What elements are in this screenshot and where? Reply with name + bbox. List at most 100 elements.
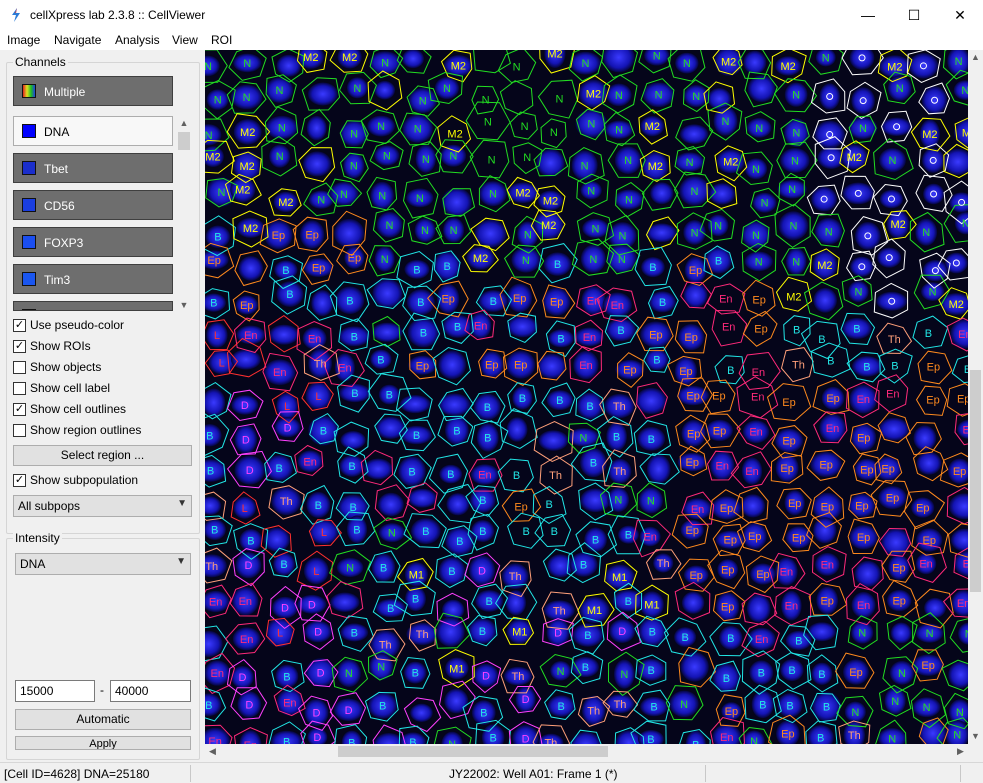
cell-type-label: Ep — [723, 535, 736, 547]
cell-type-label: N — [618, 231, 626, 243]
scroll-down-icon[interactable]: ▼ — [968, 729, 983, 744]
close-button[interactable]: ✕ — [937, 0, 983, 30]
scroll-up-icon[interactable]: ▲ — [177, 116, 191, 130]
channel-next-button[interactable] — [13, 301, 173, 311]
cell-type-label: N — [955, 56, 963, 68]
cell-type-label: B — [408, 466, 415, 478]
nucleus — [340, 431, 366, 450]
cell-type-label: B — [891, 360, 898, 372]
cell-type-label: Ep — [485, 360, 498, 372]
cell-type-label: B — [480, 708, 487, 720]
image-viewer[interactable]: N N M2 M2 N M2 N M2 N N N M2 M2 N M2 N N N N N N N N N M2 N N N N N N N… — [205, 50, 968, 744]
cell-type-label: B — [214, 232, 221, 244]
checkbox-icon[interactable]: ✓ — [13, 403, 26, 416]
nucleus — [307, 82, 338, 106]
cell-type-label: Ep — [926, 395, 939, 407]
checkbox-icon[interactable] — [13, 361, 26, 374]
viewer-vertical-scrollbar[interactable]: ▲ ▼ — [968, 50, 983, 744]
cell-type-label: D — [482, 671, 490, 683]
select-region-button[interactable]: Select region ... — [13, 445, 192, 466]
channel-cd56-button[interactable]: CD56 — [13, 190, 173, 220]
cell-type-label: B — [625, 530, 632, 542]
cell-type-label: B — [490, 732, 497, 744]
cell-type-label: Th — [792, 359, 805, 371]
menu-analysis[interactable]: Analysis — [115, 33, 160, 47]
cell-type-label: Ep — [855, 501, 868, 513]
cell-image-canvas[interactable]: N N M2 M2 N M2 N M2 N N N M2 M2 N M2 N N N N N N N N N M2 N N N N N N N… — [205, 50, 968, 744]
channel-scrollbar[interactable]: ▲ ▼ — [177, 116, 191, 312]
cell-type-label: B — [758, 668, 765, 680]
cell-type-label: Ep — [922, 535, 935, 547]
minimize-button[interactable]: — — [845, 0, 891, 30]
channel-dna-button[interactable]: DNA — [13, 116, 173, 146]
cell-type-label: N — [692, 91, 700, 103]
cell-type-label: B — [584, 630, 591, 642]
cell-type-label: M1 — [409, 569, 424, 581]
cell-type-label: En — [579, 360, 592, 372]
cell-type-label: N — [889, 155, 897, 167]
cell-type-label: N — [655, 90, 663, 102]
intensity-channel-select[interactable]: DNA ▼ — [15, 553, 191, 575]
cell-type-label: N — [788, 184, 796, 196]
menu-roi[interactable]: ROI — [211, 33, 232, 47]
scroll-right-icon[interactable]: ▶ — [953, 744, 968, 759]
vertical-scroll-thumb[interactable] — [970, 370, 981, 592]
maximize-button[interactable]: ☐ — [891, 0, 937, 30]
scroll-left-icon[interactable]: ◀ — [205, 744, 220, 759]
cell-type-label: Th — [509, 571, 522, 583]
scroll-down-icon[interactable]: ▼ — [177, 298, 191, 312]
channel-scroll-thumb[interactable] — [178, 132, 190, 150]
cell-type-label: Th — [613, 401, 626, 413]
nucleus — [851, 87, 875, 115]
range-dash: - — [100, 683, 104, 697]
cell-type-label: En — [745, 466, 758, 478]
cell-type-label: B — [351, 331, 358, 343]
cell-type-label: N — [521, 121, 529, 133]
cell-type-label: Th — [848, 730, 861, 742]
cell-type-label: B — [448, 566, 455, 578]
cell-type-label: L — [321, 527, 327, 539]
cell-type-label: B — [417, 297, 424, 309]
cell-type-label: N — [217, 187, 225, 199]
intensity-max-input[interactable]: 40000 — [110, 680, 191, 702]
cell-type-label: B — [348, 461, 355, 473]
cell-type-label: N — [243, 92, 251, 104]
nucleus — [916, 451, 942, 475]
cell-type-label: B — [647, 665, 654, 677]
cell-type-label: M2 — [543, 195, 558, 207]
cell-type-label: B — [793, 324, 800, 336]
viewer-horizontal-scrollbar[interactable]: ◀ ▶ — [205, 744, 968, 759]
nucleus — [854, 560, 882, 588]
channel-tim3-button[interactable]: Tim3 — [13, 264, 173, 294]
cell-type-label: Ep — [857, 432, 870, 444]
cell-type-label: B — [353, 524, 360, 536]
scroll-up-icon[interactable]: ▲ — [968, 50, 983, 65]
cell-type-label: N — [620, 669, 628, 681]
automatic-button[interactable]: Automatic — [15, 709, 191, 730]
apply-button[interactable]: Apply — [15, 736, 191, 750]
cell-type-label: Ep — [819, 459, 832, 471]
checkbox-icon[interactable]: ✓ — [13, 319, 26, 332]
cell-type-label: En — [283, 697, 296, 709]
nucleus — [330, 592, 360, 612]
cell-type-label: N — [419, 95, 427, 107]
cell-type-label: Ep — [240, 300, 253, 312]
checkbox-icon[interactable] — [13, 424, 26, 437]
menu-image[interactable]: Image — [7, 33, 40, 47]
intensity-min-input[interactable]: 15000 — [15, 680, 95, 702]
menu-navigate[interactable]: Navigate — [54, 33, 101, 47]
cell-type-label: M2 — [239, 161, 254, 173]
channel-foxp3-button[interactable]: FOXP3 — [13, 227, 173, 257]
cell-type-label: B — [759, 699, 766, 711]
cell-type-label: En — [719, 293, 732, 305]
horizontal-scroll-thumb[interactable] — [338, 746, 608, 757]
checkbox-icon[interactable] — [13, 382, 26, 395]
channel-tbet-button[interactable]: Tbet — [13, 153, 173, 183]
cell-type-label: B — [484, 402, 491, 414]
channel-multiple-button[interactable]: Multiple — [13, 76, 173, 106]
checkbox-icon[interactable]: ✓ — [13, 474, 26, 487]
checkbox-icon[interactable]: ✓ — [13, 340, 26, 353]
subpop-select[interactable]: All subpops ▼ — [13, 495, 192, 517]
nucleus — [813, 517, 837, 544]
menu-view[interactable]: View — [172, 33, 198, 47]
